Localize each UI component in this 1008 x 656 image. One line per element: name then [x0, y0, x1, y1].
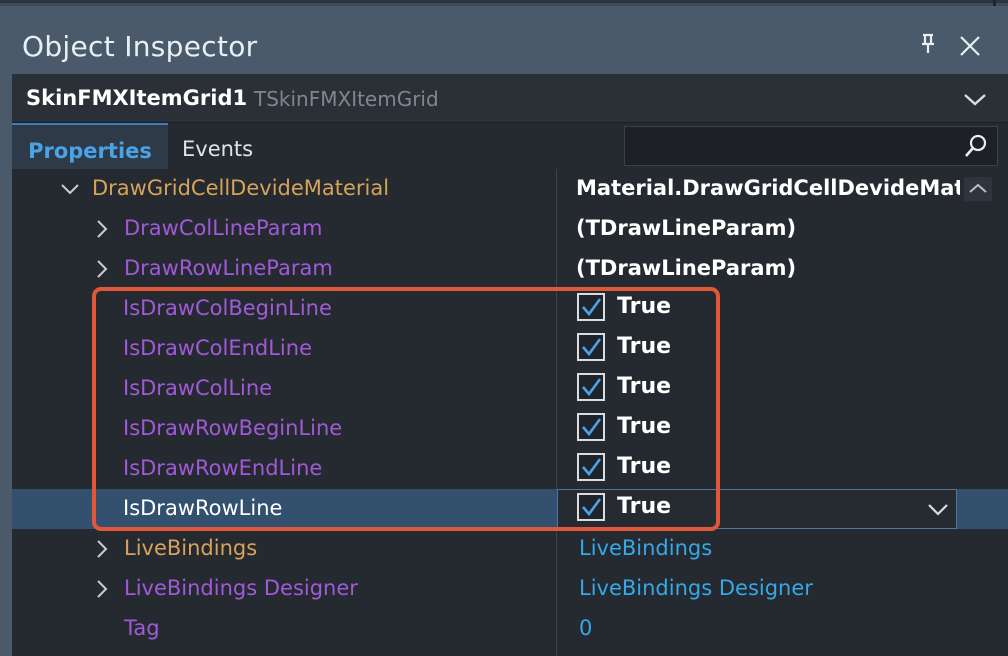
top-strip: [0, 0, 1008, 6]
property-row[interactable]: DrawColLineParam (TDrawLineParam): [12, 209, 1008, 249]
property-name: IsDrawColEndLine: [123, 336, 312, 360]
tab-properties[interactable]: Properties: [12, 123, 168, 169]
checkbox[interactable]: [577, 293, 605, 321]
property-name: LiveBindings Designer: [124, 576, 358, 600]
title-bar: Object Inspector: [0, 14, 1008, 72]
scroll-up-button[interactable]: [964, 177, 992, 201]
property-value[interactable]: LiveBindings: [579, 536, 712, 560]
property-row[interactable]: DrawGridCellDevideMaterial Material.Draw…: [12, 169, 1008, 209]
property-value[interactable]: 0: [579, 616, 592, 640]
close-icon[interactable]: [956, 32, 984, 60]
property-row[interactable]: IsDrawColBeginLine True: [12, 289, 1008, 329]
property-row[interactable]: LiveBindings LiveBindings: [12, 529, 1008, 569]
checkmark-icon: [582, 378, 601, 397]
property-row[interactable]: IsDrawColLine True: [12, 369, 1008, 409]
tab-bar: Properties Events: [12, 123, 1008, 169]
chevron-up-icon: [969, 183, 987, 193]
property-name: IsDrawRowBeginLine: [123, 416, 343, 440]
checkbox-label: True: [617, 294, 672, 319]
property-name: IsDrawRowEndLine: [123, 456, 323, 480]
checkmark-icon: [582, 418, 601, 437]
pin-icon[interactable]: [916, 32, 940, 56]
chevron-right-icon[interactable]: [92, 219, 112, 239]
property-name: Tag: [124, 616, 160, 640]
property-row[interactable]: IsDrawRowEndLine True: [12, 449, 1008, 489]
checkbox[interactable]: [577, 373, 605, 401]
property-name: DrawGridCellDevideMaterial: [92, 176, 390, 200]
property-name: DrawColLineParam: [124, 216, 323, 240]
inspector-panel: SkinFMXItemGrid1 TSkinFMXItemGrid Proper…: [12, 74, 1008, 656]
property-row[interactable]: Tag 0: [12, 609, 1008, 649]
property-name: DrawRowLineParam: [124, 256, 333, 280]
top-strip-notch: [993, 0, 996, 6]
property-row[interactable]: IsDrawRowBeginLine True: [12, 409, 1008, 449]
chevron-down-icon[interactable]: [962, 88, 988, 110]
chevron-down-icon[interactable]: [60, 179, 80, 199]
chevron-right-icon[interactable]: [92, 259, 112, 279]
property-name: IsDrawRowLine: [123, 496, 283, 520]
property-value[interactable]: LiveBindings Designer: [579, 576, 813, 600]
property-name: LiveBindings: [124, 536, 258, 560]
top-strip-dark: [0, 0, 1008, 3]
tab-events[interactable]: Events: [182, 123, 253, 169]
property-value[interactable]: (TDrawLineParam): [576, 256, 796, 280]
property-row[interactable]: LiveBindings Designer LiveBindings Desig…: [12, 569, 1008, 609]
checkbox-label: True: [617, 494, 672, 519]
property-row[interactable]: DrawRowLineParam (TDrawLineParam): [12, 249, 1008, 289]
checkbox[interactable]: [577, 413, 605, 441]
checkbox-label: True: [617, 374, 672, 399]
checkmark-icon: [582, 338, 601, 357]
object-type: TSkinFMXItemGrid: [254, 87, 439, 111]
object-name: SkinFMXItemGrid1: [26, 86, 248, 110]
property-row[interactable]: IsDrawColEndLine True: [12, 329, 1008, 369]
property-name: IsDrawColLine: [123, 376, 273, 400]
property-row-selected[interactable]: IsDrawRowLine True: [12, 489, 1008, 529]
checkmark-icon: [582, 458, 601, 477]
property-grid: DrawGridCellDevideMaterial Material.Draw…: [12, 169, 1008, 656]
checkmark-icon: [582, 498, 601, 517]
window-title: Object Inspector: [22, 30, 258, 63]
chevron-right-icon[interactable]: [92, 539, 112, 559]
object-selector[interactable]: SkinFMXItemGrid1 TSkinFMXItemGrid: [12, 74, 1008, 123]
checkbox-label: True: [617, 414, 672, 439]
search-icon[interactable]: [963, 133, 989, 159]
checkmark-icon: [582, 298, 601, 317]
checkbox[interactable]: [577, 493, 605, 521]
chevron-right-icon[interactable]: [92, 579, 112, 599]
property-value[interactable]: (TDrawLineParam): [576, 216, 796, 240]
property-name: IsDrawColBeginLine: [123, 296, 332, 320]
property-value[interactable]: Material.DrawGridCellDevideMaterial: [576, 176, 960, 200]
checkbox[interactable]: [577, 333, 605, 361]
checkbox-label: True: [617, 454, 672, 479]
chevron-down-icon[interactable]: [926, 498, 950, 520]
search-input[interactable]: [624, 126, 998, 166]
checkbox-label: True: [617, 334, 672, 359]
checkbox[interactable]: [577, 453, 605, 481]
